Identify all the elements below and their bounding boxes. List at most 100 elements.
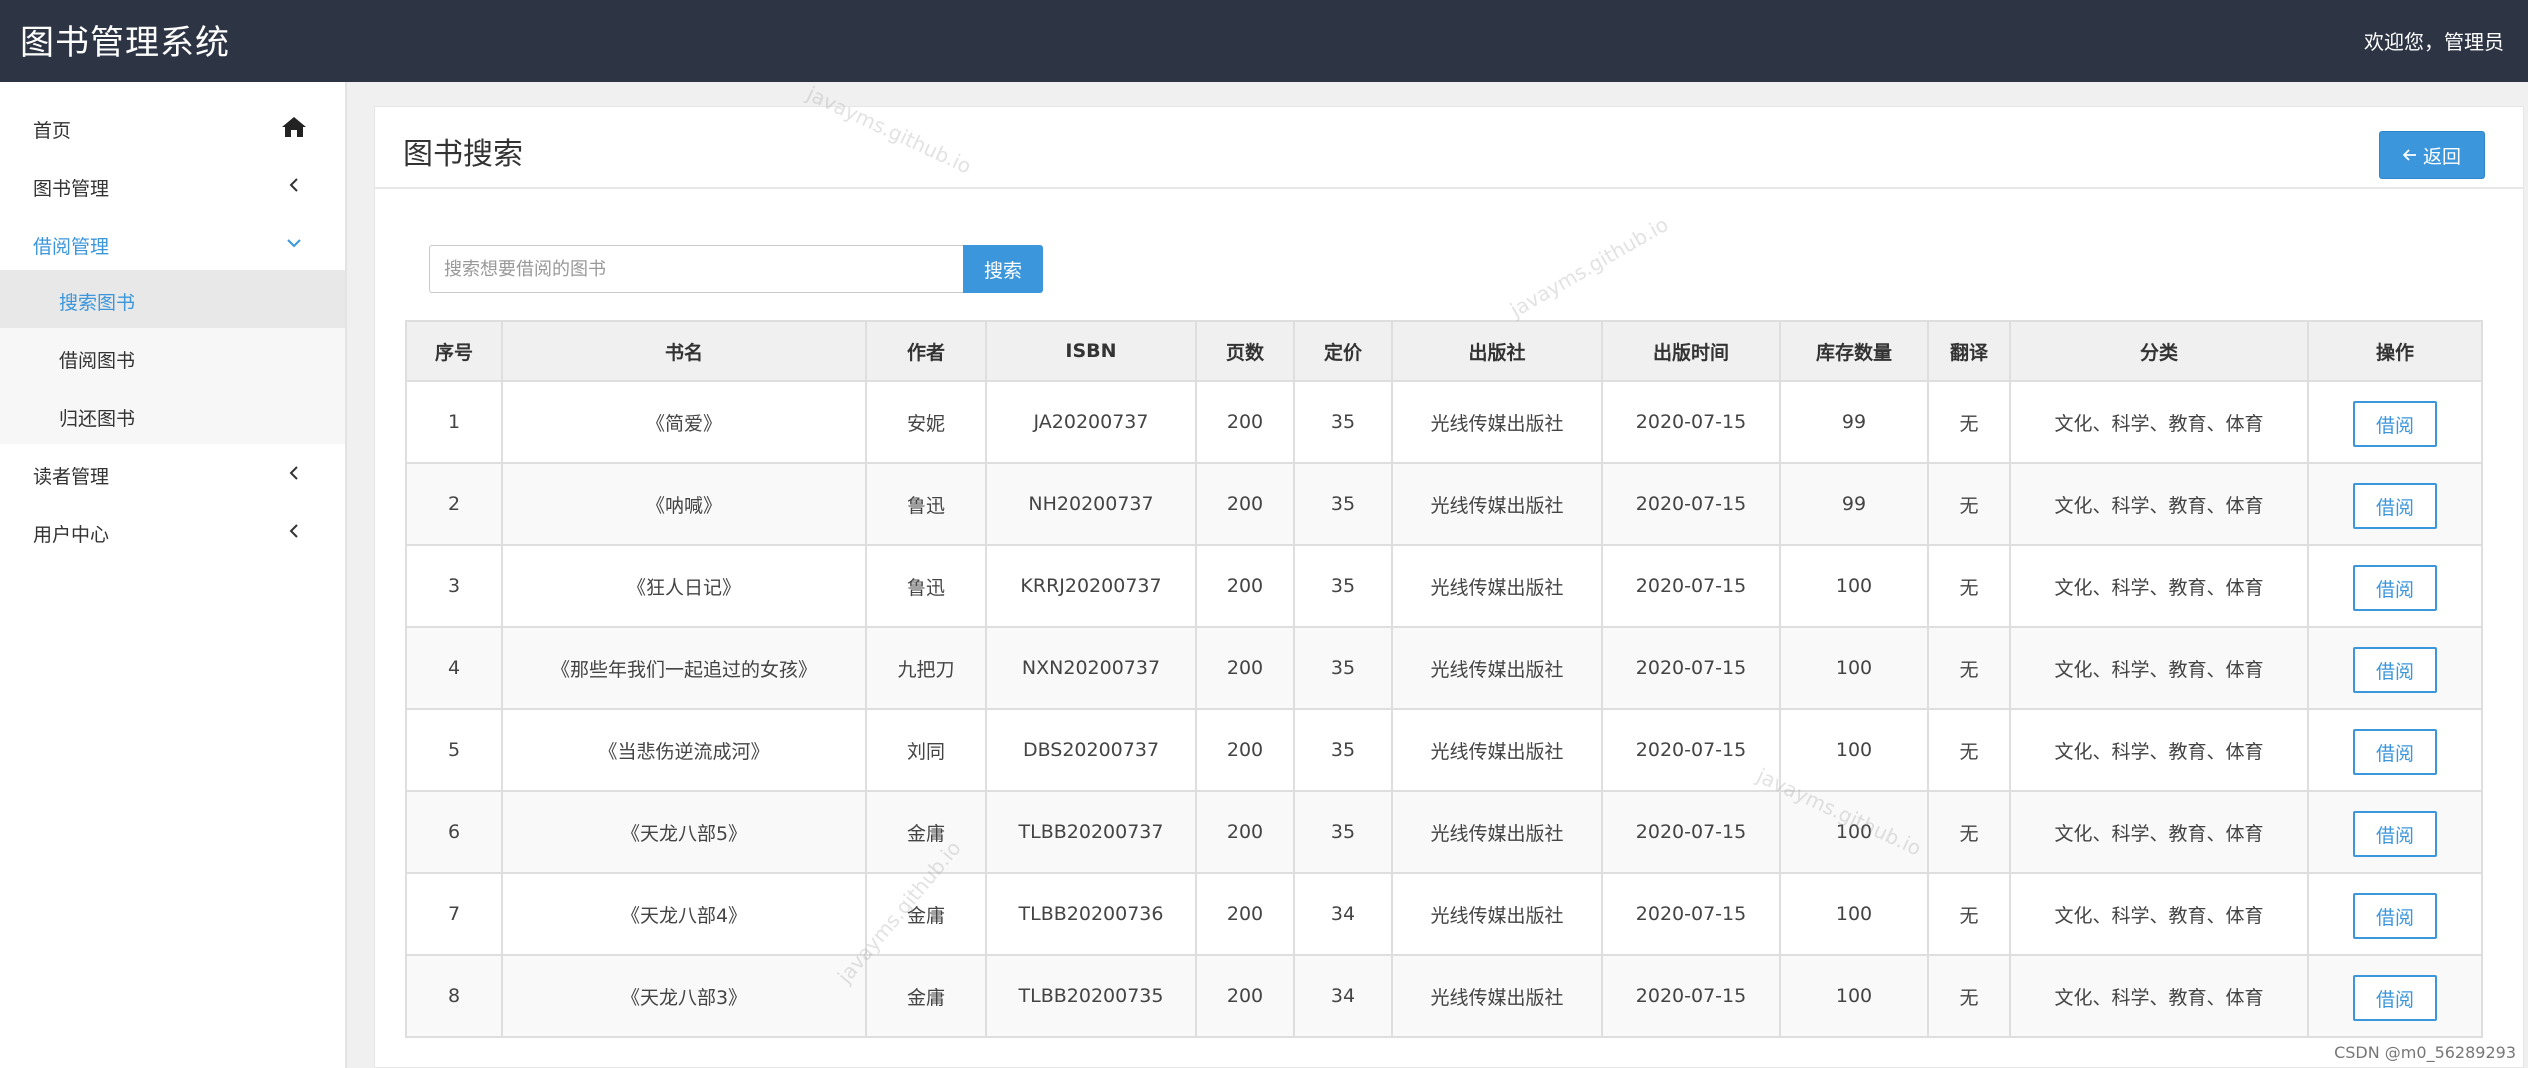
table-cell: 刘同 xyxy=(865,708,987,792)
table-cell: 无 xyxy=(1927,626,2011,710)
sidebar-item-home[interactable]: 首页 xyxy=(0,98,345,156)
table-cell: KRRJ20200737 xyxy=(985,544,1197,628)
sidebar: 首页 图书管理 借阅管理 搜索图书 借阅图书 归还图书 读者管理 用户中心 xyxy=(0,82,347,1068)
table-cell: 34 xyxy=(1293,954,1393,1038)
search-input[interactable] xyxy=(429,245,967,293)
table-cell-action: 借阅 xyxy=(2307,380,2483,464)
sidebar-item-book-management[interactable]: 图书管理 xyxy=(0,156,345,214)
search-button[interactable]: 搜索 xyxy=(963,245,1043,293)
top-bar: 图书管理系统 欢迎您，管理员 xyxy=(0,0,2528,82)
borrow-button[interactable]: 借阅 xyxy=(2353,647,2437,693)
table-cell: NH20200737 xyxy=(985,462,1197,546)
table-cell: 99 xyxy=(1779,380,1929,464)
table-cell: 光线传媒出版社 xyxy=(1391,462,1603,546)
table-cell: 35 xyxy=(1293,708,1393,792)
sidebar-subitem-search-books[interactable]: 搜索图书 xyxy=(0,270,345,328)
table-cell: 无 xyxy=(1927,790,2011,874)
column-header: 定价 xyxy=(1293,320,1393,382)
table-cell: 99 xyxy=(1779,462,1929,546)
table-cell: 无 xyxy=(1927,954,2011,1038)
table-cell: 8 xyxy=(405,954,503,1038)
table-cell: 文化、科学、教育、体育 xyxy=(2009,462,2309,546)
table-body: 1 《简爱》 安妮 JA20200737 200 35 光线传媒出版社 2020-07-15 9… xyxy=(405,380,2483,1038)
borrow-button[interactable]: 借阅 xyxy=(2353,975,2437,1021)
borrow-button[interactable]: 借阅 xyxy=(2353,565,2437,611)
table-cell: 200 xyxy=(1195,544,1295,628)
column-header: 翻译 xyxy=(1927,320,2011,382)
arrow-left-icon xyxy=(2402,144,2417,166)
borrow-button[interactable]: 借阅 xyxy=(2353,811,2437,857)
table-cell: 3 xyxy=(405,544,503,628)
table-cell: 《天龙八部5》 xyxy=(501,790,867,874)
table-cell: 200 xyxy=(1195,790,1295,874)
table-row: 8 《天龙八部3》 金庸 TLBB20200735 200 34 光线传媒出版社 2020-0… xyxy=(405,954,2483,1038)
back-button[interactable]: 返回 xyxy=(2379,131,2485,179)
sidebar-item-label: 借阅管理 xyxy=(33,236,110,258)
sidebar-subitem-return-books[interactable]: 归还图书 xyxy=(0,386,345,444)
table-cell-action: 借阅 xyxy=(2307,872,2483,956)
sidebar-item-user-center[interactable]: 用户中心 xyxy=(0,502,345,560)
sidebar-item-borrow-management[interactable]: 借阅管理 xyxy=(0,214,345,272)
sidebar-item-reader-management[interactable]: 读者管理 xyxy=(0,444,345,502)
column-header: 序号 xyxy=(405,320,503,382)
table-cell: JA20200737 xyxy=(985,380,1197,464)
table-cell: 6 xyxy=(405,790,503,874)
table-cell: 100 xyxy=(1779,708,1929,792)
table-header-row: 序号 书名 作者 ISBN 页数 定价 出版社 出版时间 库存数量 翻译 分类 … xyxy=(405,320,2483,382)
table-cell-action: 借阅 xyxy=(2307,544,2483,628)
table-cell-action: 借阅 xyxy=(2307,462,2483,546)
table-cell: 《狂人日记》 xyxy=(501,544,867,628)
table-cell: 文化、科学、教育、体育 xyxy=(2009,790,2309,874)
table-cell: 无 xyxy=(1927,708,2011,792)
column-header: 库存数量 xyxy=(1779,320,1929,382)
table-cell: 4 xyxy=(405,626,503,710)
table-cell: 《简爱》 xyxy=(501,380,867,464)
borrow-button[interactable]: 借阅 xyxy=(2353,401,2437,447)
table-cell: 200 xyxy=(1195,954,1295,1038)
chevron-left-icon xyxy=(279,458,309,488)
column-header: 书名 xyxy=(501,320,867,382)
sidebar-subitem-label: 归还图书 xyxy=(59,408,136,430)
table-cell: 光线传媒出版社 xyxy=(1391,708,1603,792)
table-cell: 文化、科学、教育、体育 xyxy=(2009,872,2309,956)
table-cell: 无 xyxy=(1927,462,2011,546)
column-header: ISBN xyxy=(985,320,1197,382)
borrow-button[interactable]: 借阅 xyxy=(2353,483,2437,529)
table-cell: 金庸 xyxy=(865,954,987,1038)
table-cell: 100 xyxy=(1779,626,1929,710)
table-cell: 文化、科学、教育、体育 xyxy=(2009,708,2309,792)
table-cell: 200 xyxy=(1195,462,1295,546)
table-cell: 2020-07-15 xyxy=(1601,544,1781,628)
table-cell: 2020-07-15 xyxy=(1601,708,1781,792)
table-cell: 九把刀 xyxy=(865,626,987,710)
borrow-button[interactable]: 借阅 xyxy=(2353,729,2437,775)
table-cell: NXN20200737 xyxy=(985,626,1197,710)
sidebar-subitem-borrow-books[interactable]: 借阅图书 xyxy=(0,328,345,386)
table-cell: 光线传媒出版社 xyxy=(1391,872,1603,956)
table-cell: 35 xyxy=(1293,544,1393,628)
table-cell: DBS20200737 xyxy=(985,708,1197,792)
table-cell: 鲁迅 xyxy=(865,544,987,628)
sidebar-item-label: 读者管理 xyxy=(33,466,110,488)
table-cell: 文化、科学、教育、体育 xyxy=(2009,380,2309,464)
table-cell: TLBB20200735 xyxy=(985,954,1197,1038)
table-cell: 34 xyxy=(1293,872,1393,956)
borrow-button[interactable]: 借阅 xyxy=(2353,893,2437,939)
column-header: 操作 xyxy=(2307,320,2483,382)
column-header: 页数 xyxy=(1195,320,1295,382)
table-cell: 光线传媒出版社 xyxy=(1391,380,1603,464)
table-cell: 无 xyxy=(1927,872,2011,956)
table-row: 4 《那些年我们一起追过的女孩》 九把刀 NXN20200737 200 35 光线传媒出版… xyxy=(405,626,2483,710)
sidebar-subitem-label: 搜索图书 xyxy=(59,292,136,314)
table-cell: 2020-07-15 xyxy=(1601,380,1781,464)
sidebar-subitem-label: 借阅图书 xyxy=(59,350,136,372)
column-header: 分类 xyxy=(2009,320,2309,382)
table-cell: 2020-07-15 xyxy=(1601,954,1781,1038)
table-cell: 200 xyxy=(1195,872,1295,956)
back-button-label: 返回 xyxy=(2422,145,2461,168)
table-cell: 35 xyxy=(1293,626,1393,710)
table-cell: 200 xyxy=(1195,380,1295,464)
table-cell: 光线传媒出版社 xyxy=(1391,544,1603,628)
table-cell: 35 xyxy=(1293,462,1393,546)
table-cell-action: 借阅 xyxy=(2307,954,2483,1038)
